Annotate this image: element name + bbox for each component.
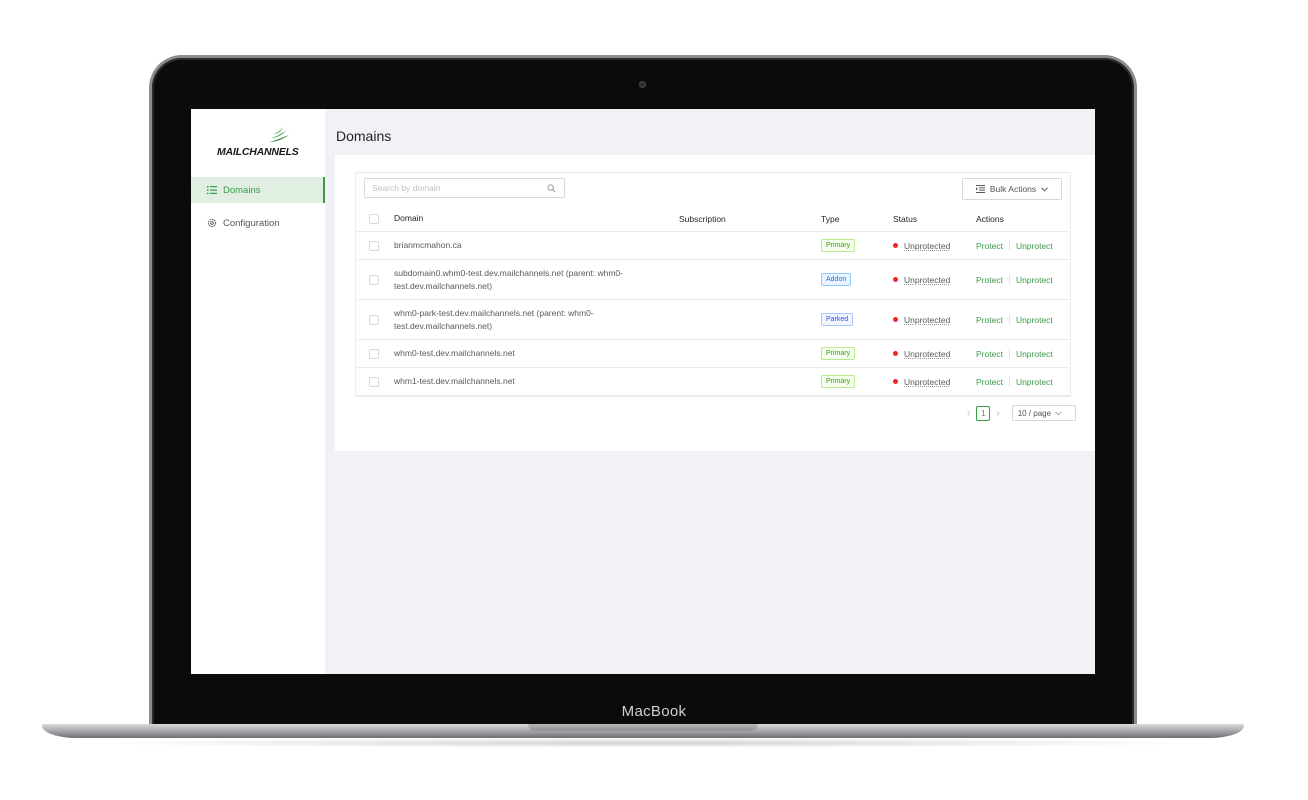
sidebar: MAILCHANNELS Domains Configuration bbox=[191, 109, 325, 674]
status-dot-icon bbox=[893, 317, 898, 322]
unprotect-link[interactable]: Unprotect bbox=[1016, 377, 1053, 387]
page-title: Domains bbox=[336, 128, 392, 144]
gear-icon bbox=[207, 218, 217, 228]
search-input[interactable]: Search by domain bbox=[364, 178, 565, 198]
status-text: Unprotected bbox=[904, 376, 951, 387]
domain-cell: subdomain0.whm0-test.dev.mailchannels.ne… bbox=[394, 267, 623, 291]
domain-cell: whm0-park-test.dev.mailchannels.net (par… bbox=[394, 307, 594, 331]
next-page-icon[interactable]: › bbox=[996, 408, 999, 419]
status-text: Unprotected bbox=[904, 314, 951, 325]
status-dot-icon bbox=[893, 379, 898, 384]
unprotect-link[interactable]: Unprotect bbox=[1016, 241, 1053, 251]
mailchannels-logo: MAILCHANNELS bbox=[217, 126, 301, 160]
unprotect-link[interactable]: Unprotect bbox=[1016, 349, 1053, 359]
protect-link[interactable]: Protect bbox=[976, 315, 1003, 325]
status-dot-icon bbox=[893, 277, 898, 282]
domain-cell: whm0-test.dev.mailchannels.net bbox=[394, 348, 515, 358]
logo-text: MAILCHANNELS bbox=[217, 146, 299, 158]
laptop-notch bbox=[528, 724, 758, 731]
status-text: Unprotected bbox=[904, 348, 951, 359]
row-checkbox[interactable] bbox=[369, 348, 379, 359]
laptop-shadow bbox=[80, 738, 1210, 748]
column-header-type[interactable]: Type bbox=[821, 206, 839, 231]
unprotect-link[interactable]: Unprotect bbox=[1016, 275, 1053, 285]
column-header-actions: Actions bbox=[976, 213, 1004, 224]
table-row: subdomain0.whm0-test.dev.mailchannels.ne… bbox=[356, 260, 1070, 300]
app-screen: MAILCHANNELS Domains Configuration Domai… bbox=[191, 109, 1095, 674]
page-number-button[interactable]: 1 bbox=[976, 405, 991, 421]
table-row: whm1-test.dev.mailchannels.net Primary U… bbox=[356, 368, 1070, 396]
type-badge: Addon bbox=[821, 273, 852, 286]
list-icon bbox=[207, 185, 217, 195]
page-size-label: 10 / page bbox=[1017, 408, 1052, 418]
chevron-down-icon bbox=[1055, 410, 1062, 416]
protect-link[interactable]: Protect bbox=[976, 275, 1003, 285]
type-badge: Primary bbox=[821, 347, 856, 360]
type-badge: Primary bbox=[821, 239, 856, 252]
status-text: Unprotected bbox=[904, 240, 951, 251]
action-divider bbox=[1008, 241, 1010, 250]
unprotect-link[interactable]: Unprotect bbox=[1016, 315, 1053, 325]
column-header-subscription[interactable]: Subscription bbox=[679, 206, 726, 231]
sidebar-item-label: Domains bbox=[223, 184, 261, 196]
bulk-actions-button[interactable]: Bulk Actions bbox=[962, 178, 1062, 200]
action-divider bbox=[1008, 377, 1010, 386]
sidebar-item-configuration[interactable]: Configuration bbox=[191, 210, 325, 236]
search-icon[interactable] bbox=[547, 184, 556, 193]
domains-table: Domain Subscription Type Status Actions … bbox=[355, 206, 1071, 397]
table-row: brianmcmahon.ca Primary Unprotected Prot… bbox=[356, 232, 1070, 260]
type-badge: Parked bbox=[821, 313, 854, 326]
protect-link[interactable]: Protect bbox=[976, 377, 1003, 387]
table-toolbar: Search by domain Bulk Actions bbox=[355, 172, 1071, 206]
prev-page-icon[interactable]: ‹ bbox=[967, 408, 970, 419]
protect-link[interactable]: Protect bbox=[976, 241, 1003, 251]
select-all-checkbox[interactable] bbox=[369, 213, 379, 224]
row-checkbox[interactable] bbox=[369, 376, 379, 387]
wings-logo-icon bbox=[269, 127, 289, 142]
row-checkbox[interactable] bbox=[369, 240, 379, 251]
sidebar-item-domains[interactable]: Domains bbox=[191, 177, 325, 203]
search-placeholder: Search by domain bbox=[372, 183, 441, 193]
row-checkbox[interactable] bbox=[369, 274, 379, 285]
pagination: ‹ 1 › 10 / page bbox=[967, 405, 1076, 421]
action-divider bbox=[1008, 349, 1010, 358]
column-header-domain[interactable]: Domain bbox=[394, 206, 664, 231]
table-row: whm0-test.dev.mailchannels.net Primary U… bbox=[356, 340, 1070, 368]
sidebar-item-label: Configuration bbox=[223, 217, 280, 229]
table-header: Domain Subscription Type Status Actions bbox=[356, 206, 1070, 232]
status-dot-icon bbox=[893, 351, 898, 356]
row-checkbox[interactable] bbox=[369, 314, 379, 325]
domains-card: Search by domain Bulk Actions Domain Sub… bbox=[335, 155, 1095, 451]
column-header-status[interactable]: Status bbox=[893, 206, 917, 231]
type-badge: Primary bbox=[821, 375, 856, 388]
device-label: MacBook bbox=[621, 703, 687, 720]
main-content: Domains Search by domain Bulk Actions Do… bbox=[325, 109, 1095, 674]
domain-cell: brianmcmahon.ca bbox=[394, 240, 462, 250]
camera-icon bbox=[639, 81, 646, 88]
domain-cell: whm1-test.dev.mailchannels.net bbox=[394, 376, 515, 386]
bulk-list-icon bbox=[975, 185, 985, 193]
action-divider bbox=[1008, 315, 1010, 324]
table-row: whm0-park-test.dev.mailchannels.net (par… bbox=[356, 300, 1070, 340]
page-size-select[interactable]: 10 / page bbox=[1011, 405, 1076, 421]
bulk-actions-label: Bulk Actions bbox=[989, 184, 1037, 194]
action-divider bbox=[1008, 275, 1010, 284]
protect-link[interactable]: Protect bbox=[976, 349, 1003, 359]
status-text: Unprotected bbox=[904, 274, 951, 285]
status-dot-icon bbox=[893, 243, 898, 248]
chevron-down-icon bbox=[1041, 186, 1049, 192]
